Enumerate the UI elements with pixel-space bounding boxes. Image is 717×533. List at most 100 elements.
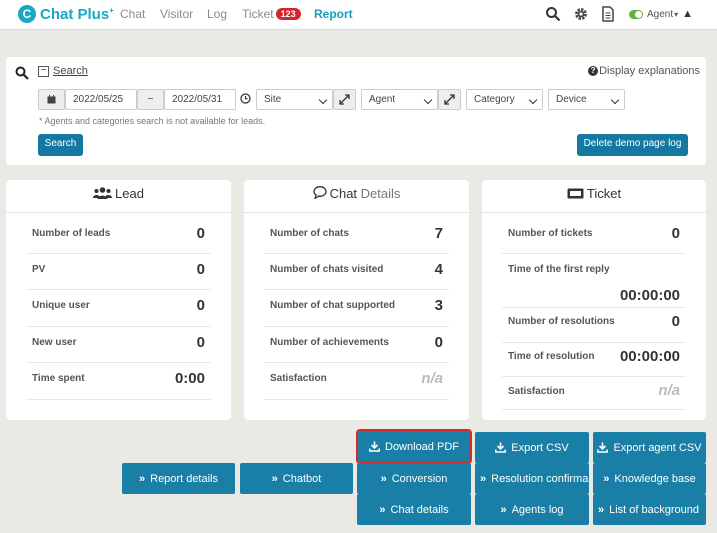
question-icon: ? [588,66,599,76]
nav-log[interactable]: Log [207,7,227,21]
lead-card: Lead Number of leads 0 PV 0 Unique user 0 N… [6,180,231,420]
agents-log-button[interactable]: » Agents log [475,494,589,525]
row-value: 3 [434,297,443,314]
agent-expand-button[interactable] [438,89,461,110]
row-label: Number of achievements [270,337,389,348]
ticket-row-resolution-time: Time of resolution 00:00:00 [502,343,686,377]
clock-icon[interactable] [240,93,251,104]
download-pdf-label: Download PDF [385,440,459,453]
speech-bubble-icon [312,186,327,200]
gear-icon[interactable] [573,6,589,22]
list-of-background-label: List of background [609,503,700,516]
ticket-row-first-reply: Time of the first reply 00:00:00 [502,254,686,308]
card-divider [244,212,469,213]
top-navigation-bar: C Chat Plus+ Chat Visitor Log Ticket 123 … [0,0,717,30]
warning-icon[interactable]: ▲ [682,8,693,20]
download-icon [369,441,380,452]
search-button[interactable]: Search [38,134,83,156]
row-value: 0 [671,313,680,330]
conversion-button[interactable]: » Conversion [357,463,471,494]
double-chevron-right-icon: » [139,472,146,485]
nav-report[interactable]: Report [314,7,353,21]
row-label: PV [32,264,46,275]
row-value: 0 [671,225,680,242]
date-to-input[interactable]: 2022/05/31 [164,89,236,110]
export-csv-label: Export CSV [511,441,569,454]
agent-status-toggle[interactable] [629,9,643,19]
row-value: 00:00:00 [619,287,680,304]
row-value: 4 [434,261,443,278]
agent-select[interactable]: Agent [361,89,438,110]
ticket-row-satisfaction: Satisfaction n/a [502,377,686,410]
double-chevron-right-icon: » [603,472,610,485]
lead-row-number-of-leads: Number of leads 0 [26,217,211,254]
row-value: 0 [434,334,443,351]
export-csv-button[interactable]: Export CSV [475,432,589,463]
row-value: 0:00 [174,370,205,387]
document-icon[interactable] [601,6,615,22]
chat-row-chats-visited: Number of chats visited 4 [264,254,449,290]
display-explanations-link[interactable]: ? Display explanations [588,65,700,77]
ticket-count-badge: 123 [275,8,301,20]
double-chevron-right-icon: » [598,503,605,516]
expand-icon [339,94,350,105]
row-value: n/a [658,382,680,399]
date-range-separator: ~ [137,89,164,110]
report-details-label: Report details [150,472,218,485]
lead-row-pv: PV 0 [26,254,211,290]
ticket-row-number-of-tickets: Number of tickets 0 [502,217,686,254]
chevron-down-icon: ▾ [674,9,679,19]
chat-row-chat-supported: Number of chat supported 3 [264,290,449,327]
double-chevron-right-icon: » [480,472,487,485]
lead-card-title: Lead [6,186,231,201]
chat-card-title: Chat Details [244,186,469,201]
calendar-button[interactable] [38,89,65,110]
resolution-confirm-button[interactable]: » Resolution confirma [475,463,589,494]
chat-row-achievements: Number of achievements 0 [264,327,449,363]
ticket-card-title: Ticket [482,186,706,201]
row-label: Unique user [32,300,90,311]
chat-details-button[interactable]: » Chat details [357,494,471,525]
chat-title-sub: Details [360,186,401,201]
row-value: 7 [434,225,443,242]
delete-demo-page-log-button[interactable]: Delete demo page log [577,134,688,156]
chat-row-satisfaction: Satisfaction n/a [264,363,449,400]
app-logo[interactable]: C Chat Plus+ [18,5,114,23]
ticket-row-resolutions: Number of resolutions 0 [502,308,686,343]
collapse-toggle-icon[interactable]: − [38,66,49,77]
report-details-button[interactable]: » Report details [122,463,235,494]
device-select[interactable]: Device [548,89,625,110]
chat-row-number-of-chats: Number of chats 7 [264,217,449,254]
app-name-sup: + [109,5,114,15]
nav-chat[interactable]: Chat [120,7,145,21]
row-value: 0 [196,334,205,351]
download-pdf-button[interactable]: Download PDF [356,429,472,464]
row-label: New user [32,337,77,348]
chat-plus-logo-icon: C [18,5,36,23]
chat-details-label: Chat details [390,503,449,516]
search-icon[interactable] [545,6,561,22]
row-label: Number of tickets [508,228,593,239]
chatbot-button[interactable]: » Chatbot [240,463,353,494]
site-expand-button[interactable] [333,89,356,110]
row-label: Time spent [32,373,85,384]
row-label: Number of chats [270,228,349,239]
list-of-background-button[interactable]: » List of background [593,494,706,525]
export-agent-csv-button[interactable]: Export agent CSV [593,432,706,463]
row-value: 0 [196,225,205,242]
search-title-link[interactable]: Search [53,65,88,77]
date-from-input[interactable]: 2022/05/25 [65,89,137,110]
row-value: 00:00:00 [619,348,680,365]
site-select[interactable]: Site [256,89,333,110]
search-panel: − Search ? Display explanations 2022/05/… [6,57,706,165]
nav-visitor[interactable]: Visitor [160,7,193,21]
agent-status-menu[interactable]: Agent ▾ ▲ [629,8,693,20]
calendar-icon [47,95,56,104]
category-select[interactable]: Category [466,89,543,110]
nav-ticket[interactable]: Ticket 123 [242,7,301,21]
knowledge-base-button[interactable]: » Knowledge base [593,463,706,494]
conversion-label: Conversion [391,472,448,485]
row-label: Number of chat supported [270,300,396,311]
ticket-title: Ticket [586,186,622,201]
row-label: Number of resolutions [508,316,615,327]
